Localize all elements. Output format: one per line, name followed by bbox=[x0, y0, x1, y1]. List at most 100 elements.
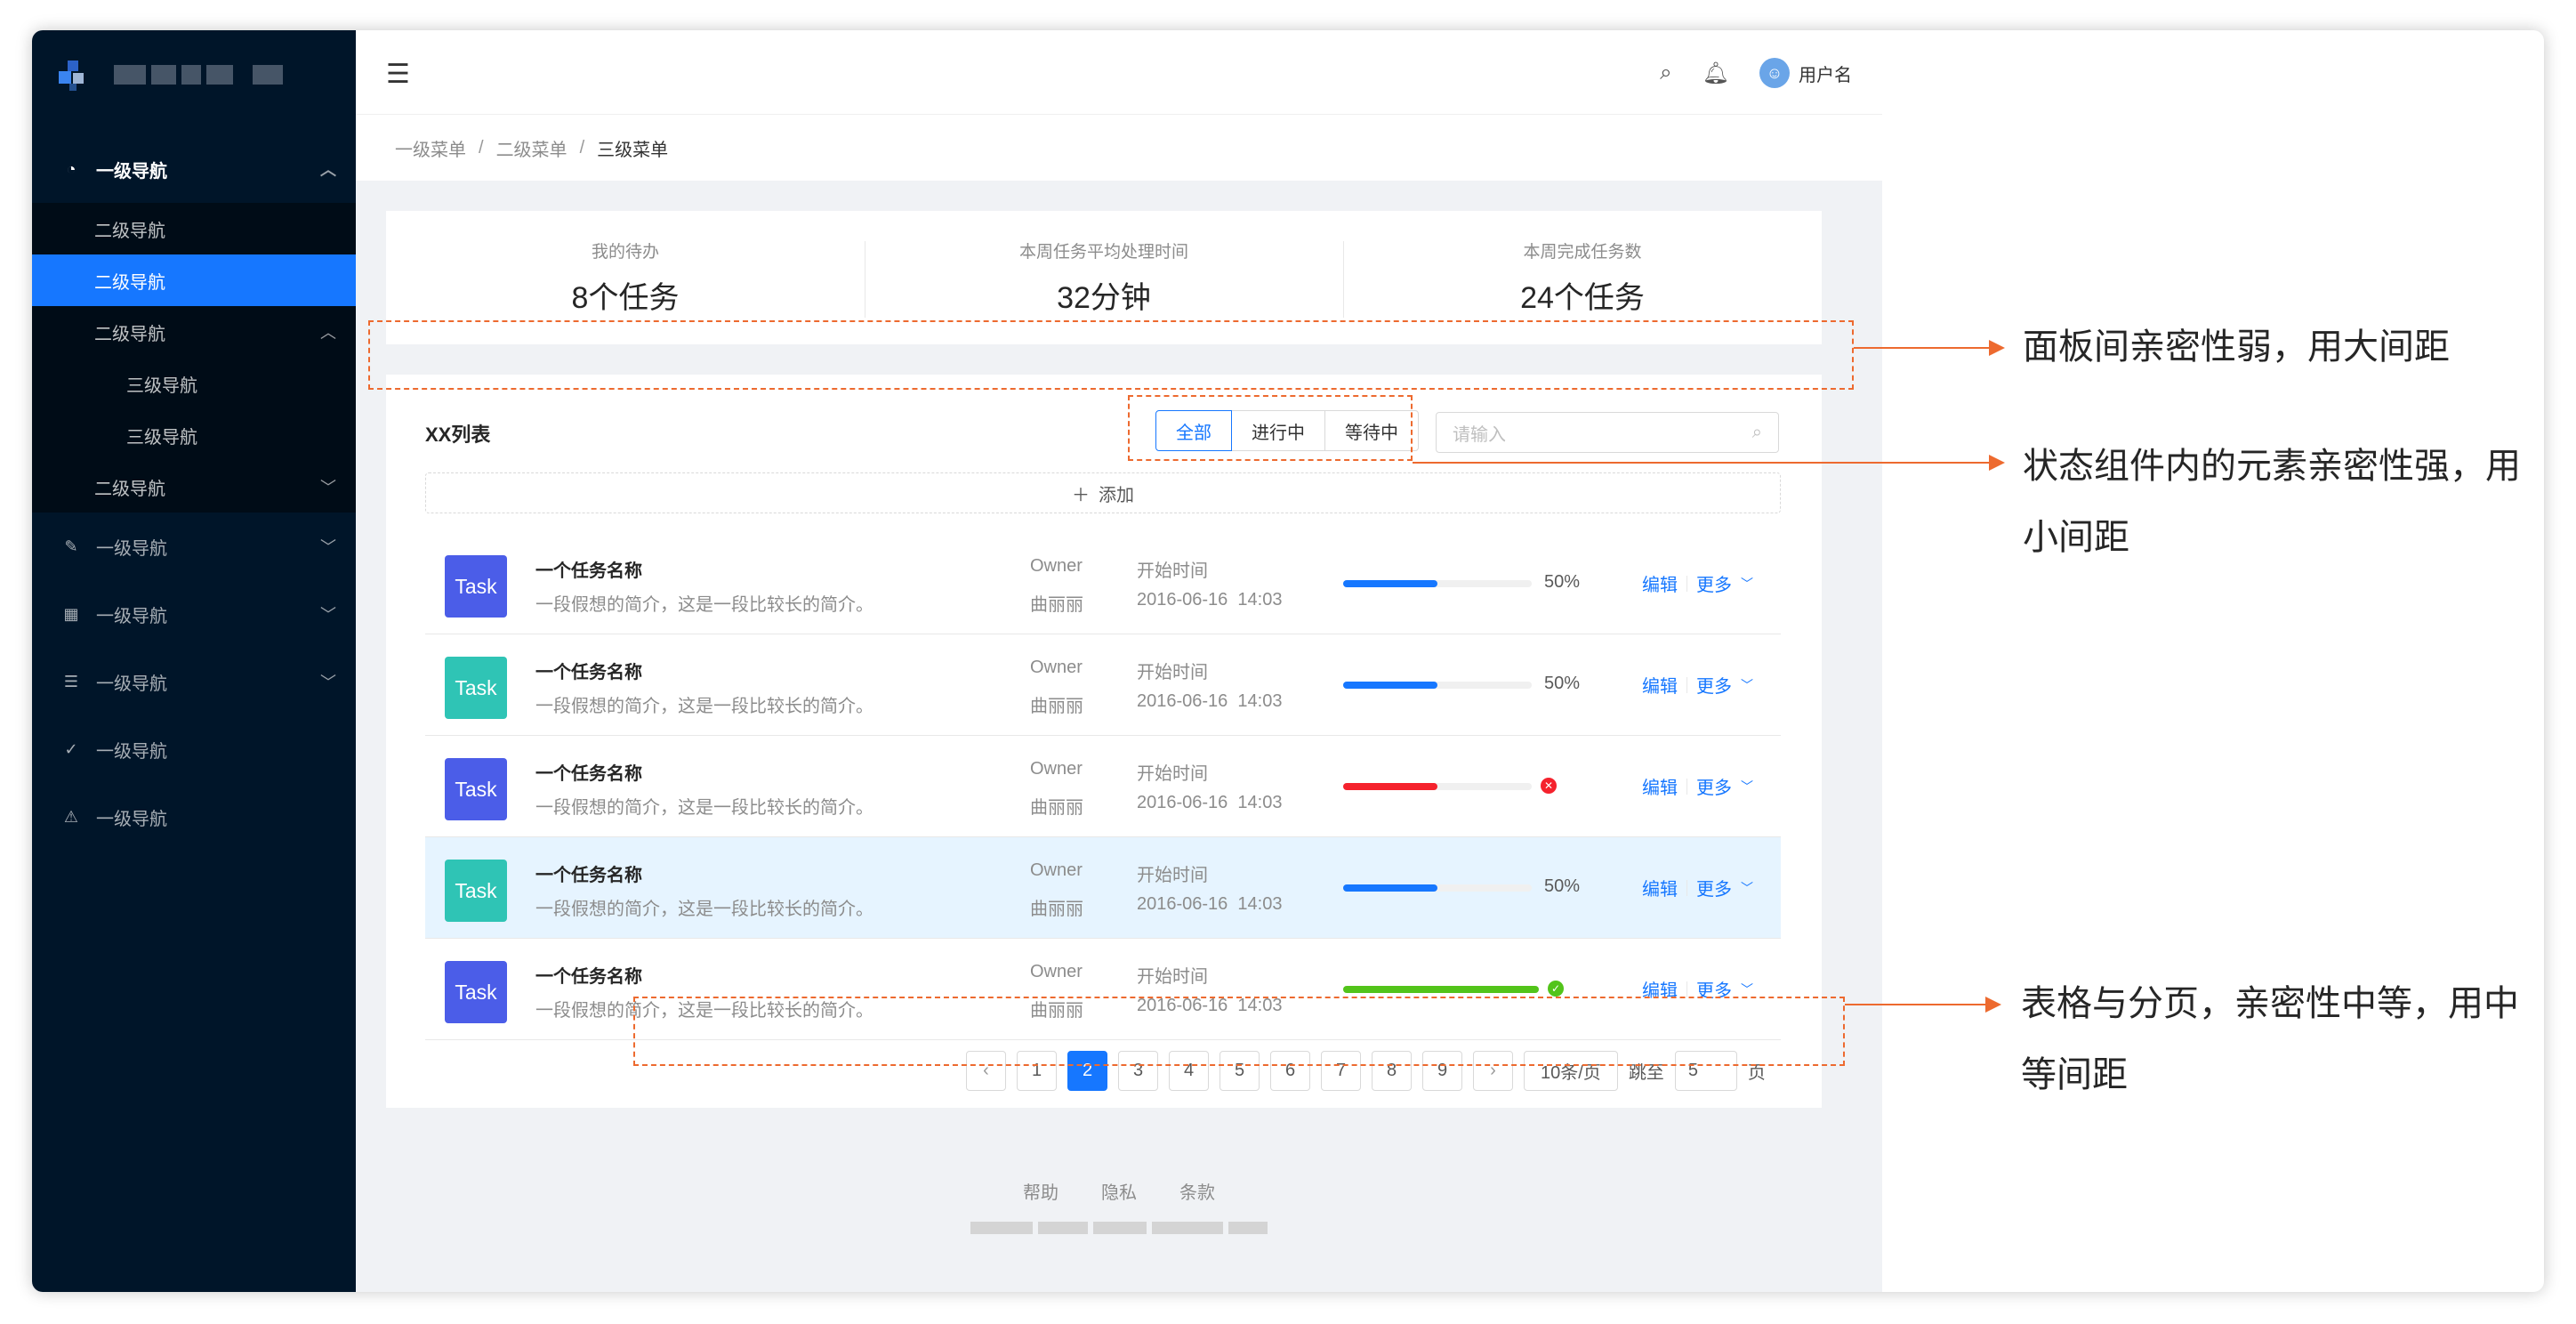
chevron-down-icon[interactable]: ﹀ bbox=[1741, 676, 1753, 694]
nav-label: 二级导航 bbox=[94, 272, 165, 293]
list-title: XX列表 bbox=[425, 424, 491, 446]
breadcrumb-item[interactable]: 一级菜单 bbox=[395, 135, 466, 161]
progress-fill bbox=[1343, 682, 1437, 689]
bell-icon[interactable]: 🔔︎ bbox=[1703, 61, 1729, 86]
task-name[interactable]: 一个任务名称 bbox=[535, 658, 642, 683]
sidebar-menu: ◔ 一级导航 ︿ 二级导航 二级导航 二级导航 ︿ 三级导航 三级导航 二级导航… bbox=[32, 135, 356, 851]
task-rows: Task 一个任务名称 一段假想的简介，这是一段比较长的简介。 Owner 曲丽… bbox=[425, 533, 1781, 1040]
action-divider bbox=[1686, 778, 1687, 795]
breadcrumb-item[interactable]: 二级菜单 bbox=[496, 135, 568, 161]
task-name[interactable]: 一个任务名称 bbox=[535, 962, 642, 988]
logo[interactable] bbox=[59, 52, 283, 98]
chevron-down-icon: ﹀ bbox=[320, 606, 336, 624]
nav-item-level1[interactable]: ☰ 一级导航 ﹀ bbox=[32, 648, 356, 715]
nav-label: 三级导航 bbox=[126, 375, 197, 396]
edit-link[interactable]: 编辑 bbox=[1642, 672, 1678, 698]
search-icon[interactable]: ⌕ bbox=[1752, 423, 1762, 443]
nav-item-level2[interactable]: 二级导航 ﹀ bbox=[32, 461, 356, 513]
close-circle-icon: ✕ bbox=[1541, 778, 1557, 794]
sidebar: ◔ 一级导航 ︿ 二级导航 二级导航 二级导航 ︿ 三级导航 三级导航 二级导航… bbox=[32, 30, 356, 1292]
more-link[interactable]: 更多 bbox=[1696, 773, 1732, 799]
nav-label: 一级导航 bbox=[96, 538, 167, 559]
more-link[interactable]: 更多 bbox=[1696, 672, 1732, 698]
task-desc: 一段假想的简介，这是一段比较长的简介。 bbox=[535, 798, 873, 818]
start-time-value: 2016-06-16 14:03 bbox=[1137, 793, 1283, 812]
profile-icon: ☰ bbox=[63, 672, 79, 690]
chevron-down-icon[interactable]: ﹀ bbox=[1741, 575, 1753, 593]
action-divider bbox=[1686, 575, 1687, 592]
search-icon[interactable]: ⌕ bbox=[1660, 61, 1671, 85]
task-desc: 一段假想的简介，这是一段比较长的简介。 bbox=[535, 697, 873, 716]
start-time-value: 2016-06-16 14:03 bbox=[1137, 894, 1283, 914]
avatar: ☺ bbox=[1759, 58, 1790, 88]
edit-icon: ✎ bbox=[64, 537, 78, 555]
annotation-arrow-line bbox=[1854, 347, 1991, 349]
nav-item-level3[interactable]: 三级导航 bbox=[32, 358, 356, 409]
chevron-down-icon[interactable]: ﹀ bbox=[1741, 778, 1753, 795]
search-input[interactable]: 请输入 ⌕ bbox=[1436, 412, 1779, 453]
task-name[interactable]: 一个任务名称 bbox=[535, 556, 642, 582]
nav-item-level1[interactable]: ⚠ 一级导航 bbox=[32, 783, 356, 851]
footer: 帮助 隐私 条款 bbox=[356, 1178, 1882, 1234]
breadcrumb-separator: / bbox=[579, 137, 585, 157]
progress-fill bbox=[1343, 783, 1437, 790]
chevron-down-icon: ﹀ bbox=[320, 674, 336, 691]
menu-fold-icon[interactable]: ☰ bbox=[386, 59, 410, 90]
nav-item-level1-open[interactable]: ◔ 一级导航 ︿ bbox=[32, 135, 356, 203]
annotation-text-status: 状态组件内的元素亲密性强，用小间距 bbox=[2023, 447, 2521, 557]
add-button[interactable]: ＋ 添加 bbox=[425, 472, 1781, 513]
footer-copyright-blurred bbox=[970, 1222, 1268, 1234]
task-badge: Task bbox=[445, 657, 507, 719]
chevron-down-icon[interactable]: ﹀ bbox=[1741, 981, 1753, 998]
nav-item-level1[interactable]: ▦ 一级导航 ﹀ bbox=[32, 580, 356, 648]
filter-all[interactable]: 全部 bbox=[1155, 410, 1232, 451]
nav-item-level1[interactable]: ✓ 一级导航 bbox=[32, 715, 356, 783]
progress-bar bbox=[1343, 986, 1539, 993]
task-name[interactable]: 一个任务名称 bbox=[535, 860, 642, 886]
nav-label: 二级导航 bbox=[94, 479, 165, 499]
start-time-label: 开始时间 bbox=[1137, 967, 1208, 987]
progress-bar bbox=[1343, 884, 1532, 892]
nav-label: 三级导航 bbox=[126, 427, 197, 448]
footer-link-terms[interactable]: 条款 bbox=[1179, 1178, 1215, 1204]
annotation-arrow-head bbox=[1989, 340, 2005, 356]
nav-item-level3[interactable]: 三级导航 bbox=[32, 409, 356, 461]
nav-item-level2[interactable]: 二级导航 bbox=[32, 203, 356, 254]
nav-item-level1[interactable]: ✎ 一级导航 ﹀ bbox=[32, 513, 356, 580]
stat-label: 本周完成任务数 bbox=[1523, 243, 1642, 262]
footer-link-privacy[interactable]: 隐私 bbox=[1101, 1178, 1137, 1204]
edit-link[interactable]: 编辑 bbox=[1642, 570, 1678, 596]
stat-value: 24个任务 bbox=[1520, 281, 1645, 315]
more-link[interactable]: 更多 bbox=[1696, 875, 1732, 900]
edit-link[interactable]: 编辑 bbox=[1642, 875, 1678, 900]
task-name[interactable]: 一个任务名称 bbox=[535, 759, 642, 785]
owner-value: 曲丽丽 bbox=[1030, 595, 1083, 615]
chevron-down-icon[interactable]: ﹀ bbox=[1741, 879, 1753, 897]
annotation-text-table-pagination: 表格与分页，亲密性中等，用中等间距 bbox=[2021, 984, 2519, 1094]
logo-wordmark bbox=[114, 65, 283, 85]
more-link[interactable]: 更多 bbox=[1696, 570, 1732, 596]
nav-item-level2-active[interactable]: 二级导航 bbox=[32, 254, 356, 306]
edit-link[interactable]: 编辑 bbox=[1642, 773, 1678, 799]
progress-bar bbox=[1343, 783, 1532, 790]
logo-icon bbox=[59, 57, 94, 93]
table-row[interactable]: Task 一个任务名称 一段假想的简介，这是一段比较长的简介。 Owner 曲丽… bbox=[425, 736, 1781, 837]
dashboard-icon: ◔ bbox=[66, 159, 76, 178]
task-badge: Task bbox=[445, 758, 507, 820]
table-row[interactable]: Task 一个任务名称 一段假想的简介，这是一段比较长的简介。 Owner 曲丽… bbox=[425, 634, 1781, 736]
start-time-value: 2016-06-16 14:03 bbox=[1137, 590, 1283, 610]
owner-label: Owner bbox=[1030, 860, 1083, 880]
username: 用户名 bbox=[1799, 65, 1852, 85]
start-time-value: 2016-06-16 14:03 bbox=[1137, 691, 1283, 711]
action-divider bbox=[1686, 676, 1687, 693]
footer-link-help[interactable]: 帮助 bbox=[1023, 1178, 1059, 1204]
task-badge: Task bbox=[445, 860, 507, 922]
chevron-down-icon: ﹀ bbox=[320, 479, 336, 496]
search-placeholder: 请输入 bbox=[1453, 424, 1506, 445]
nav-label: 一级导航 bbox=[96, 674, 167, 694]
table-row[interactable]: Task 一个任务名称 一段假想的简介，这是一段比较长的简介。 Owner 曲丽… bbox=[425, 533, 1781, 634]
table-row[interactable]: Task 一个任务名称 一段假想的简介，这是一段比较长的简介。 Owner 曲丽… bbox=[425, 837, 1781, 939]
start-time-label: 开始时间 bbox=[1137, 663, 1208, 682]
nav-item-level2-open[interactable]: 二级导航 ︿ bbox=[32, 306, 356, 358]
user-menu[interactable]: ☺ 用户名 bbox=[1759, 58, 1852, 88]
